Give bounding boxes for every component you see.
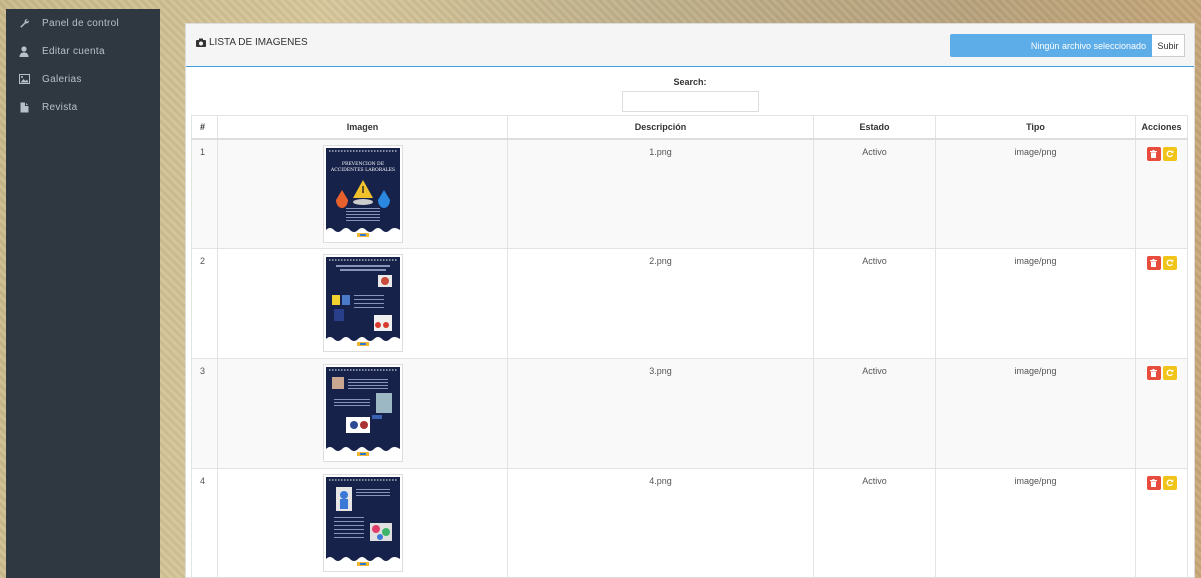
search-label: Search: [673, 77, 707, 87]
row-number: 3 [191, 358, 218, 469]
file-chooser[interactable]: Ningún archivo seleccionado [950, 34, 1152, 57]
delete-button[interactable] [1146, 366, 1161, 380]
delete-button[interactable] [1146, 146, 1161, 161]
table-row: 2 2.png Activo image/png [191, 248, 1188, 359]
column-header-image[interactable]: Imagen [217, 115, 508, 140]
camera-icon [196, 38, 206, 47]
row-actions [1135, 468, 1188, 578]
trash-icon [1150, 369, 1157, 377]
image-list-panel: LISTA DE IMAGENES Ningún archivo selecci… [185, 23, 1195, 578]
poster-image [325, 367, 400, 459]
row-status: Activo [813, 468, 936, 578]
picture-icon [16, 73, 32, 85]
column-header-actions: Acciones [1135, 115, 1188, 140]
row-number: 4 [191, 468, 218, 578]
sidebar-item-editar-cuenta[interactable]: Editar cuenta [6, 37, 160, 65]
trash-icon [1150, 149, 1157, 158]
poster-image: PREVENCION DE ACCIDENTES LABORALES [325, 147, 400, 240]
row-number: 2 [191, 248, 218, 359]
row-description: 3.png [507, 358, 814, 469]
replace-button[interactable] [1162, 366, 1177, 380]
row-type: image/png [935, 358, 1136, 469]
wrench-icon [16, 17, 32, 29]
row-status: Activo [813, 138, 936, 249]
column-header-number[interactable]: # [191, 115, 218, 140]
image-thumbnail[interactable] [322, 364, 403, 462]
upload-group: Ningún archivo seleccionado Subir [950, 34, 1185, 57]
sidebar: Panel de control Editar cuenta Galerias … [6, 9, 160, 578]
image-thumbnail[interactable]: PREVENCION DE ACCIDENTES LABORALES [322, 144, 403, 243]
sidebar-item-label: Galerias [42, 73, 82, 85]
table-row: 4 4.png Activo image/png [191, 468, 1188, 578]
trash-icon [1150, 259, 1157, 267]
image-thumbnail[interactable] [322, 474, 403, 572]
replace-button[interactable] [1162, 476, 1177, 490]
panel-title: LISTA DE IMAGENES [196, 37, 308, 48]
images-table: # Imagen Descripción Estado Tipo Accione… [191, 115, 1188, 578]
table-header-row: # Imagen Descripción Estado Tipo Accione… [191, 115, 1188, 140]
image-thumbnail[interactable] [322, 254, 403, 352]
poster-image [325, 477, 400, 569]
row-description: 2.png [507, 248, 814, 359]
replace-button[interactable] [1162, 146, 1177, 161]
refresh-icon [1166, 259, 1173, 267]
column-header-status[interactable]: Estado [813, 115, 936, 140]
sidebar-item-label: Revista [42, 101, 78, 113]
row-actions [1135, 138, 1188, 249]
search-area: Search: [186, 77, 1194, 112]
trash-icon [1150, 479, 1157, 487]
column-header-description[interactable]: Descripción [507, 115, 814, 140]
sidebar-item-label: Editar cuenta [42, 45, 105, 57]
table-row: 1 PREVENCION DE ACCIDENTES LABORALES 1.pn… [191, 138, 1188, 249]
sidebar-item-revista[interactable]: Revista [6, 93, 160, 121]
row-image-cell [217, 468, 508, 578]
refresh-icon [1166, 479, 1173, 487]
row-number: 1 [191, 138, 218, 249]
row-image-cell [217, 358, 508, 469]
row-actions [1135, 248, 1188, 359]
delete-button[interactable] [1146, 476, 1161, 490]
row-type: image/png [935, 468, 1136, 578]
upload-button[interactable]: Subir [1152, 34, 1185, 57]
row-description: 1.png [507, 138, 814, 249]
row-type: image/png [935, 138, 1136, 249]
table-row: 3 3.png Activo image/png [191, 358, 1188, 469]
row-status: Activo [813, 248, 936, 359]
sidebar-item-label: Panel de control [42, 17, 120, 29]
search-input[interactable] [621, 91, 759, 112]
row-description: 4.png [507, 468, 814, 578]
file-icon [16, 101, 32, 113]
refresh-icon [1166, 149, 1173, 157]
poster-image [325, 257, 400, 349]
panel-title-text: LISTA DE IMAGENES [209, 37, 308, 48]
row-image-cell: PREVENCION DE ACCIDENTES LABORALES [217, 138, 508, 249]
replace-button[interactable] [1162, 256, 1177, 270]
row-status: Activo [813, 358, 936, 469]
panel-header: LISTA DE IMAGENES Ningún archivo selecci… [186, 24, 1194, 67]
sidebar-item-galerias[interactable]: Galerias [6, 65, 160, 93]
user-icon [16, 45, 32, 57]
row-type: image/png [935, 248, 1136, 359]
delete-button[interactable] [1146, 256, 1161, 270]
row-image-cell [217, 248, 508, 359]
sidebar-item-panel-de-control[interactable]: Panel de control [6, 9, 160, 37]
column-header-type[interactable]: Tipo [935, 115, 1136, 140]
row-actions [1135, 358, 1188, 469]
refresh-icon [1166, 369, 1173, 377]
